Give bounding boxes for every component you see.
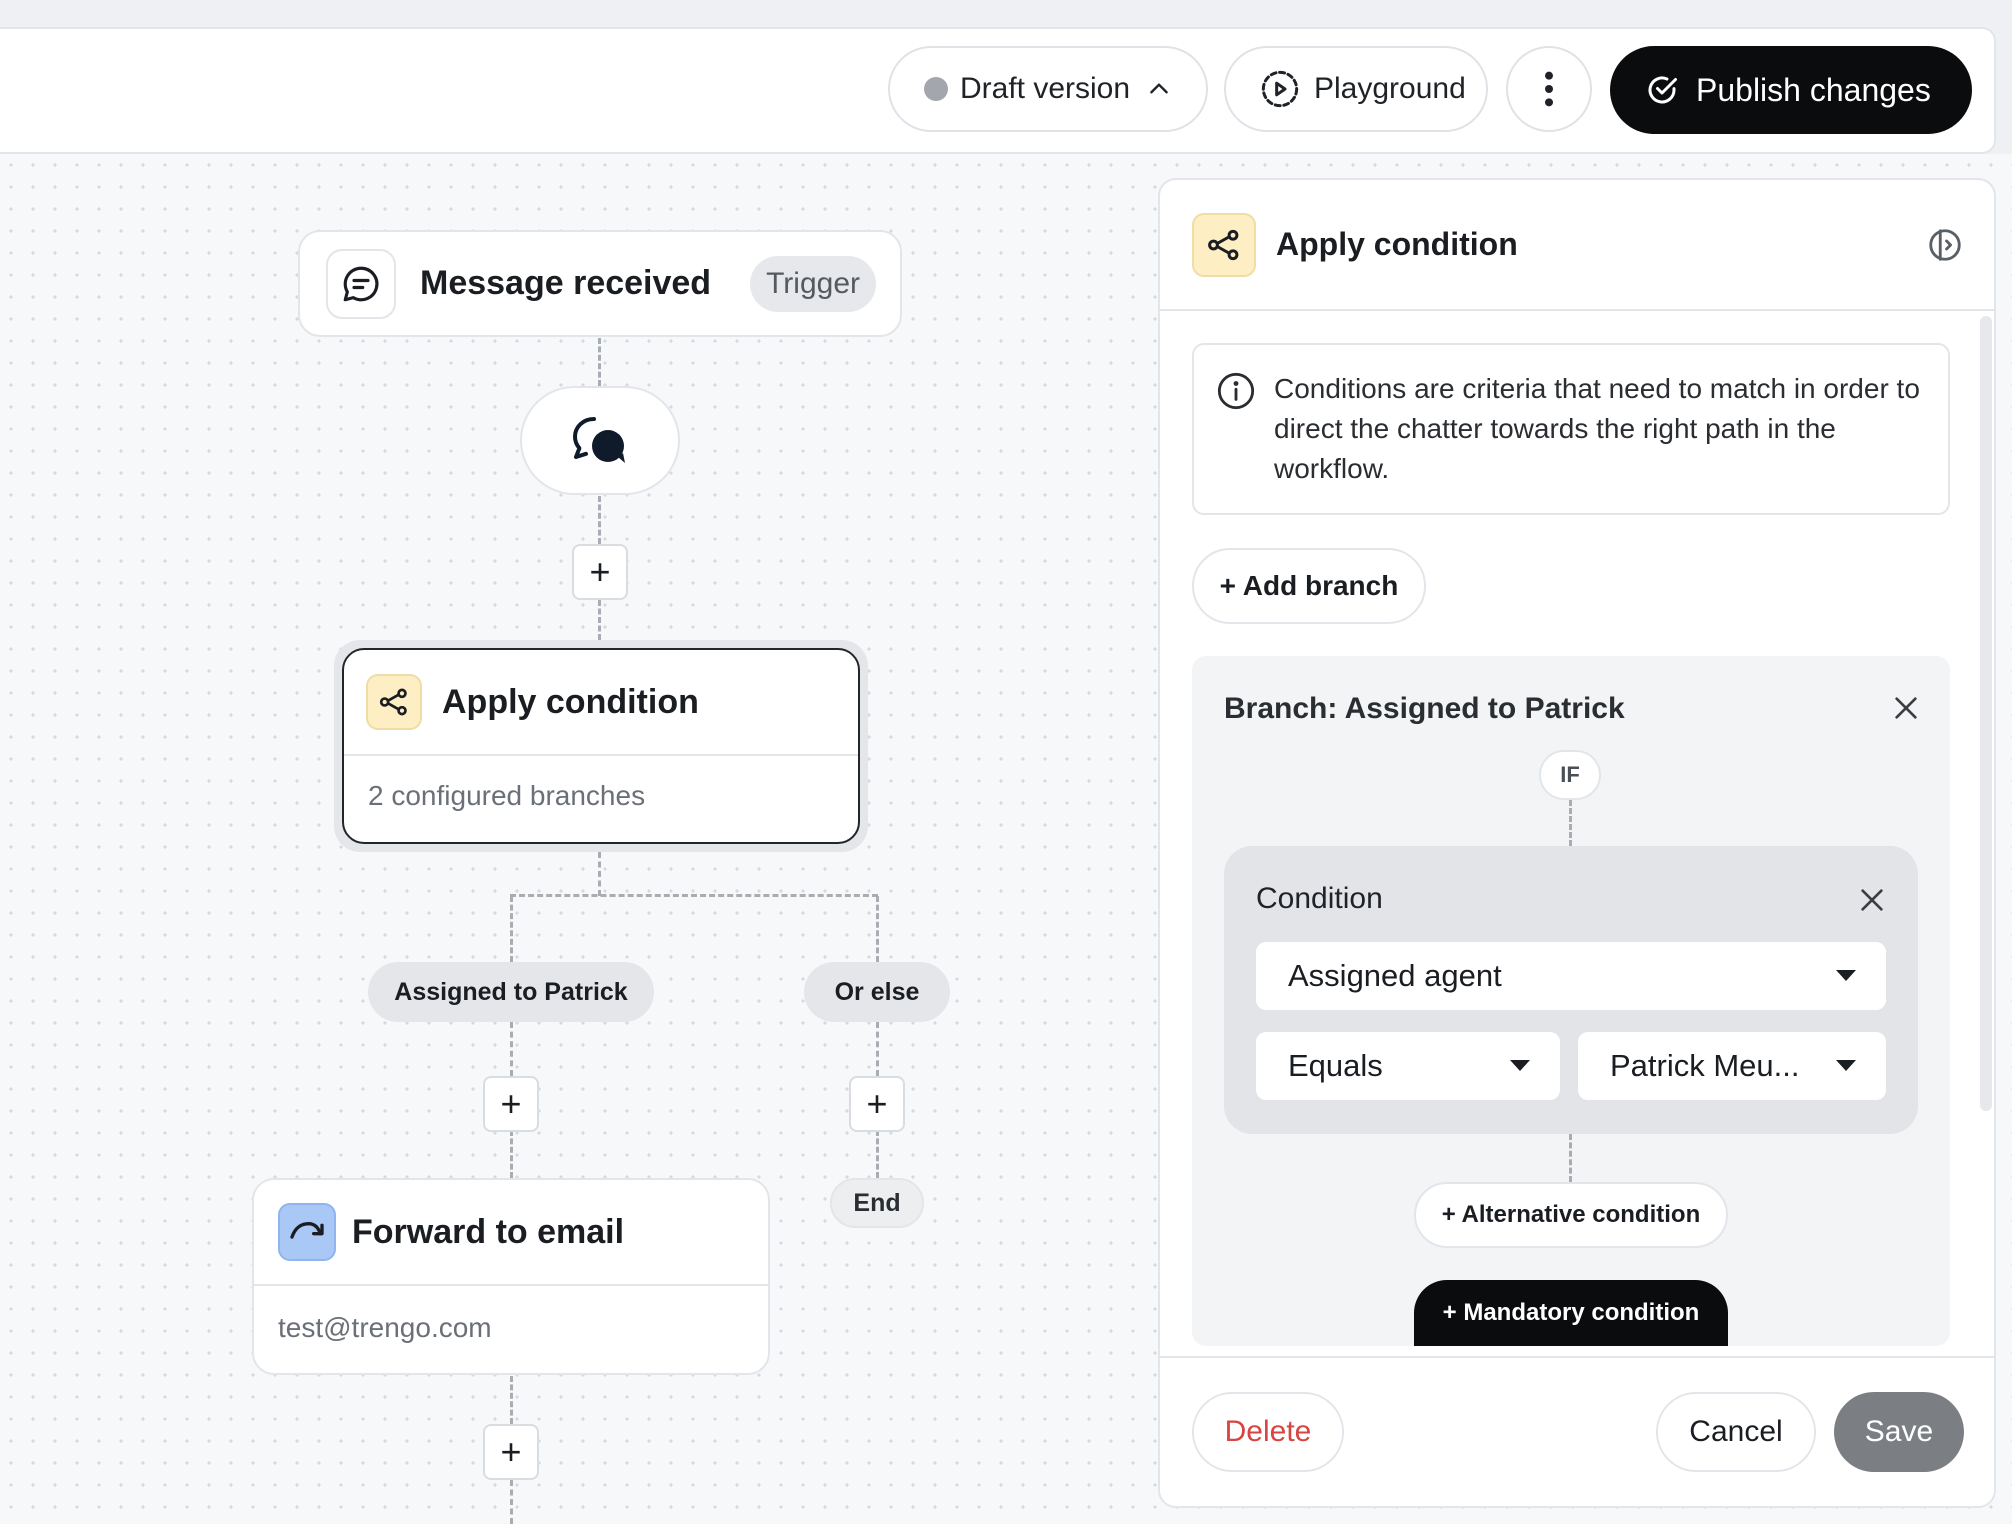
panel-scrollbar[interactable] xyxy=(1980,316,1992,1111)
forward-arrow-icon xyxy=(290,1222,324,1239)
connector xyxy=(510,896,513,962)
connector xyxy=(510,1376,513,1424)
connector xyxy=(598,496,601,544)
forward-node-email: test@trengo.com xyxy=(278,1312,492,1343)
condition-field-select[interactable]: Assigned agent xyxy=(1256,942,1886,1010)
add-step-label: + xyxy=(500,1083,522,1124)
draft-version-dropdown[interactable]: Draft version xyxy=(888,46,1208,132)
add-step-button[interactable]: + xyxy=(849,1076,905,1132)
play-circle-icon xyxy=(1261,70,1299,108)
condition-value: Patrick Meu... xyxy=(1610,1048,1800,1083)
trigger-icon-box xyxy=(326,248,396,319)
add-step-label: + xyxy=(866,1083,888,1124)
panel-header: Apply condition xyxy=(1160,180,1994,311)
if-label: IF xyxy=(1539,750,1601,800)
add-step-button[interactable]: + xyxy=(483,1424,539,1480)
alternative-condition-button[interactable]: + Alternative condition xyxy=(1414,1182,1728,1248)
branch-pill-assigned-to-patrick[interactable]: Assigned to Patrick xyxy=(368,962,654,1022)
connector xyxy=(876,1022,879,1076)
connector xyxy=(876,896,879,962)
apply-condition-node-card: Apply condition 2 configured branches xyxy=(342,648,860,844)
playground-label: Playground xyxy=(1314,72,1466,105)
trigger-node[interactable]: Message received Trigger xyxy=(298,230,902,337)
mandatory-condition-button[interactable]: + Mandatory condition xyxy=(1414,1280,1728,1346)
condition-side-panel: Apply condition Conditions are criteria … xyxy=(1158,178,1996,1508)
connector xyxy=(1569,1134,1572,1182)
channel-node[interactable] xyxy=(520,386,680,495)
connector xyxy=(1569,800,1572,846)
branch-card: Branch: Assigned to Patrick IF Condition… xyxy=(1192,656,1950,1346)
add-step-label: + xyxy=(589,551,611,592)
branch-pill-or-else[interactable]: Or else xyxy=(804,962,950,1022)
save-button[interactable]: Save xyxy=(1834,1392,1964,1472)
apply-condition-node-header: Apply condition xyxy=(344,650,858,756)
branch-icon xyxy=(379,688,407,716)
condition-operator-select[interactable]: Equals xyxy=(1256,1032,1560,1100)
branch-icon xyxy=(1208,229,1239,260)
panel-collapse-icon[interactable] xyxy=(1926,226,1964,264)
connector xyxy=(510,1130,513,1178)
draft-version-label: Draft version xyxy=(960,72,1131,105)
condition-icon-box xyxy=(366,674,422,730)
close-icon[interactable] xyxy=(1890,692,1922,724)
info-icon xyxy=(1217,372,1255,410)
condition-value-select[interactable]: Patrick Meu... xyxy=(1578,1032,1886,1100)
branch-title: Branch: Assigned to Patrick xyxy=(1224,692,1625,725)
connector xyxy=(510,1480,513,1524)
chat-bubble-icon xyxy=(343,266,379,301)
condition-title: Condition xyxy=(1256,882,1383,915)
chat-bubbles-icon xyxy=(573,416,625,463)
forward-node-title: Forward to email xyxy=(352,1212,625,1251)
panel-title: Apply condition xyxy=(1276,226,1518,262)
connector xyxy=(876,1130,879,1178)
close-icon[interactable] xyxy=(1856,884,1888,916)
connector xyxy=(510,894,878,897)
connector xyxy=(598,600,601,640)
apply-condition-node[interactable]: Apply condition 2 configured branches xyxy=(334,640,868,852)
condition-icon-box xyxy=(1192,212,1256,277)
connector xyxy=(598,852,601,896)
apply-condition-node-subtitle: 2 configured branches xyxy=(368,780,646,811)
trigger-badge: Trigger xyxy=(750,256,876,312)
cancel-button[interactable]: Cancel xyxy=(1656,1392,1816,1472)
playground-button[interactable]: Playground xyxy=(1224,46,1488,132)
add-step-button[interactable]: + xyxy=(483,1076,539,1132)
condition-box: Condition Assigned agent Equals Patrick … xyxy=(1224,846,1918,1134)
condition-operator-value: Equals xyxy=(1288,1048,1383,1083)
info-callout: Conditions are criteria that need to mat… xyxy=(1192,343,1950,515)
end-node: End xyxy=(830,1178,924,1228)
more-options-button[interactable] xyxy=(1506,46,1592,132)
chevron-up-icon xyxy=(1150,83,1168,94)
check-circle-icon xyxy=(1648,76,1677,104)
info-text: Conditions are criteria that need to mat… xyxy=(1274,373,1920,484)
kebab-menu-icon xyxy=(1545,71,1553,107)
trigger-node-title: Message received xyxy=(420,264,712,302)
forward-icon-box xyxy=(278,1203,336,1261)
add-step-button[interactable]: + xyxy=(572,544,628,600)
panel-footer: Delete Cancel Save xyxy=(1160,1356,1994,1506)
connector xyxy=(510,1022,513,1076)
add-step-label: + xyxy=(500,1431,522,1472)
status-dot-icon xyxy=(924,77,948,101)
delete-button[interactable]: Delete xyxy=(1192,1392,1344,1472)
caret-down-icon xyxy=(1836,1060,1856,1071)
publish-changes-label: Publish changes xyxy=(1696,71,1931,108)
add-branch-button[interactable]: + Add branch xyxy=(1192,548,1426,624)
caret-down-icon xyxy=(1510,1060,1530,1071)
caret-down-icon xyxy=(1836,970,1856,981)
forward-to-email-node[interactable]: Forward to email test@trengo.com xyxy=(252,1178,770,1375)
connector xyxy=(598,338,601,386)
forward-node-header: Forward to email xyxy=(254,1180,768,1286)
condition-field-value: Assigned agent xyxy=(1288,958,1502,993)
apply-condition-node-title: Apply condition xyxy=(442,682,699,721)
publish-changes-button[interactable]: Publish changes xyxy=(1610,46,1972,134)
